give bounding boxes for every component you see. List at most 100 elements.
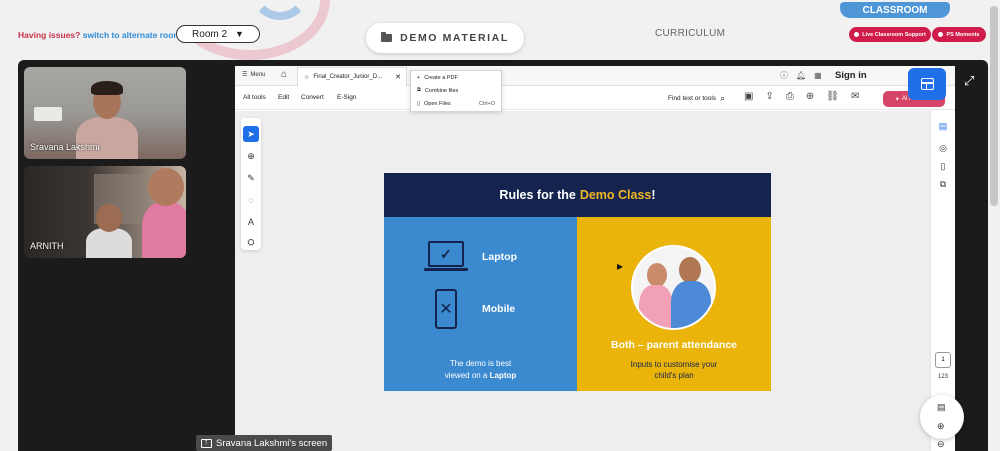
- mobile-label: Mobile: [482, 303, 516, 315]
- person-silhouette: [76, 117, 138, 159]
- live-support-label: Live Classroom Support: [862, 31, 926, 38]
- demo-material-button[interactable]: DEMO MATERIAL: [366, 23, 524, 53]
- menu-item-create-pdf[interactable]: + Create a PDF: [411, 71, 501, 84]
- page-scrollbar[interactable]: [990, 6, 998, 206]
- home-icon[interactable]: ⌂: [281, 69, 287, 80]
- save-icon[interactable]: ▣: [744, 91, 753, 102]
- page-total: 123: [937, 374, 948, 380]
- alternate-room-link[interactable]: switch to alternate room: [83, 30, 181, 40]
- caret-down-icon: ▼: [235, 29, 244, 39]
- check-icon: ✓: [428, 241, 464, 267]
- app-menubar: All tools Edit Convert E-Sign Find text …: [235, 86, 955, 110]
- menu-item-label: Open Files: [424, 100, 451, 107]
- slide-right-panel: Both – parent attendance Inputs to custo…: [577, 217, 771, 391]
- menubar-item-edit[interactable]: Edit: [278, 94, 289, 101]
- issues-text: Having issues?: [18, 30, 81, 40]
- lasso-tool-icon[interactable]: ◌: [243, 192, 259, 208]
- both-parent-note: Inputs to customise your child's plan: [577, 359, 771, 381]
- top-bar: Having issues? switch to alternate room …: [0, 0, 1000, 206]
- comment-panel-icon[interactable]: ▤: [936, 121, 950, 132]
- share-icon[interactable]: ⊕: [806, 91, 814, 102]
- pages-icon[interactable]: ⧉: [936, 179, 950, 190]
- menubar-item-all-tools[interactable]: All tools: [243, 94, 266, 101]
- note-bold: Laptop: [489, 371, 517, 380]
- both-note-line1: Inputs to customise your: [630, 360, 718, 369]
- ps-moments-button[interactable]: PS Moments: [932, 27, 986, 42]
- combine-icon: ⧉: [417, 87, 421, 93]
- menu-label: Menu: [250, 71, 266, 78]
- print-icon[interactable]: ⎙: [786, 91, 794, 102]
- find-label: Find text or tools: [668, 95, 717, 102]
- zoom-out-icon[interactable]: ⊖: [937, 439, 945, 450]
- panel-toggle-button[interactable]: [908, 68, 946, 100]
- sign-in-button[interactable]: Sign in: [835, 70, 867, 81]
- layers-icon[interactable]: ◎: [936, 143, 950, 154]
- upload-icon[interactable]: ⇪: [765, 91, 773, 102]
- apps-icon[interactable]: ▦: [814, 71, 822, 80]
- classroom-tab[interactable]: CLASSROOM: [840, 2, 950, 18]
- menu-item-label: Create a PDF: [424, 74, 458, 81]
- adult-silhouette: [142, 202, 186, 258]
- mail-icon[interactable]: ✉: [851, 91, 859, 102]
- participant-video[interactable]: ARNITH: [24, 166, 186, 258]
- hamburger-icon: ☰: [242, 72, 248, 78]
- zoom-in-icon[interactable]: ⊕: [937, 421, 945, 432]
- title-bar-icons: ⓘ 🔔︎ ▦: [780, 70, 822, 81]
- curriculum-link[interactable]: CURRICULUM: [655, 28, 725, 39]
- search-icon: ⌕: [720, 93, 726, 103]
- father-body: [671, 281, 711, 328]
- page-number-box[interactable]: 1: [935, 352, 951, 368]
- slide: Rules for the Demo Class ! ✓ Laptop ✕ Mo…: [384, 173, 771, 391]
- pen-tool-icon[interactable]: ✎: [243, 170, 259, 186]
- slide-title-prefix: Rules for the: [499, 188, 576, 202]
- bookmark-icon[interactable]: ▯: [936, 161, 950, 172]
- folder-icon: [381, 32, 393, 42]
- mother-head: [647, 263, 667, 287]
- stamp-tool-icon[interactable]: ⛭: [243, 234, 259, 250]
- room-select[interactable]: Room 2 ▼: [176, 25, 260, 43]
- left-toolbar: ➤ ⊕ ✎ ◌ A ⛭: [241, 118, 261, 250]
- child-head: [96, 204, 122, 232]
- participant-name: ARNITH: [30, 241, 64, 251]
- slide-title-highlight: Demo Class: [579, 188, 652, 202]
- bell-icon[interactable]: 🔔︎: [796, 71, 806, 80]
- slide-title: Rules for the Demo Class !: [384, 173, 771, 217]
- note-prefix: viewed on a: [444, 371, 488, 380]
- person-hair: [91, 81, 123, 95]
- toolbar-icons: ▣ ⇪ ⎙ ⊕ ⛓ ✉: [744, 91, 859, 102]
- zoom-tool-icon[interactable]: ⊕: [243, 148, 259, 164]
- expand-icon[interactable]: ⤢: [964, 73, 974, 89]
- both-parent-label: Both – parent attendance: [610, 339, 738, 351]
- adult-head: [148, 168, 184, 206]
- participant-video[interactable]: Sravana Lakshmi: [24, 67, 186, 159]
- issues-notice: Having issues? switch to alternate room: [18, 30, 181, 40]
- menubar-item-convert[interactable]: Convert: [301, 94, 324, 101]
- menu-item-label: Combine files: [424, 87, 459, 94]
- wall-switch: [34, 107, 62, 121]
- menubar-item-esign[interactable]: E-Sign: [337, 94, 357, 101]
- laptop-icon: ✓: [424, 241, 468, 271]
- screen-share-icon: [201, 437, 212, 448]
- screen-share-text: Sravana Lakshmi's screen: [216, 437, 328, 449]
- plus-icon: +: [417, 74, 421, 81]
- menu-button[interactable]: ☰ Menu: [242, 71, 266, 79]
- help-icon[interactable]: ⓘ: [780, 70, 788, 81]
- demo-note-line1: The demo is best: [449, 359, 512, 368]
- text-tool-icon[interactable]: A: [243, 214, 259, 230]
- select-tool-icon[interactable]: ➤: [243, 126, 259, 142]
- document-tab[interactable]: ☆ Final_Creator_Junior_D... ✕: [297, 67, 407, 86]
- live-classroom-support-button[interactable]: Live Classroom Support: [849, 27, 931, 42]
- menu-item-open-files[interactable]: ▯ Open Files Ctrl+O: [411, 97, 501, 110]
- menu-item-combine-files[interactable]: ⧉ Combine files: [411, 84, 501, 97]
- find-tools[interactable]: Find text or tools ⌕: [668, 93, 725, 104]
- link-icon[interactable]: ⛓: [826, 91, 839, 102]
- document-tab-title: Final_Creator_Junior_D...: [313, 74, 383, 80]
- new-tab-menu: + Create a PDF ⧉ Combine files ▯ Open Fi…: [410, 70, 502, 112]
- close-icon[interactable]: ✕: [395, 73, 401, 81]
- star-icon[interactable]: ☆: [304, 74, 309, 81]
- room-select-value: Room 2: [192, 28, 228, 40]
- file-icon: ▯: [417, 100, 421, 107]
- both-note-line2: child's plan: [654, 371, 694, 380]
- document-icon[interactable]: ▤: [937, 402, 946, 413]
- demo-note-line2: viewed on a Laptop: [384, 370, 577, 381]
